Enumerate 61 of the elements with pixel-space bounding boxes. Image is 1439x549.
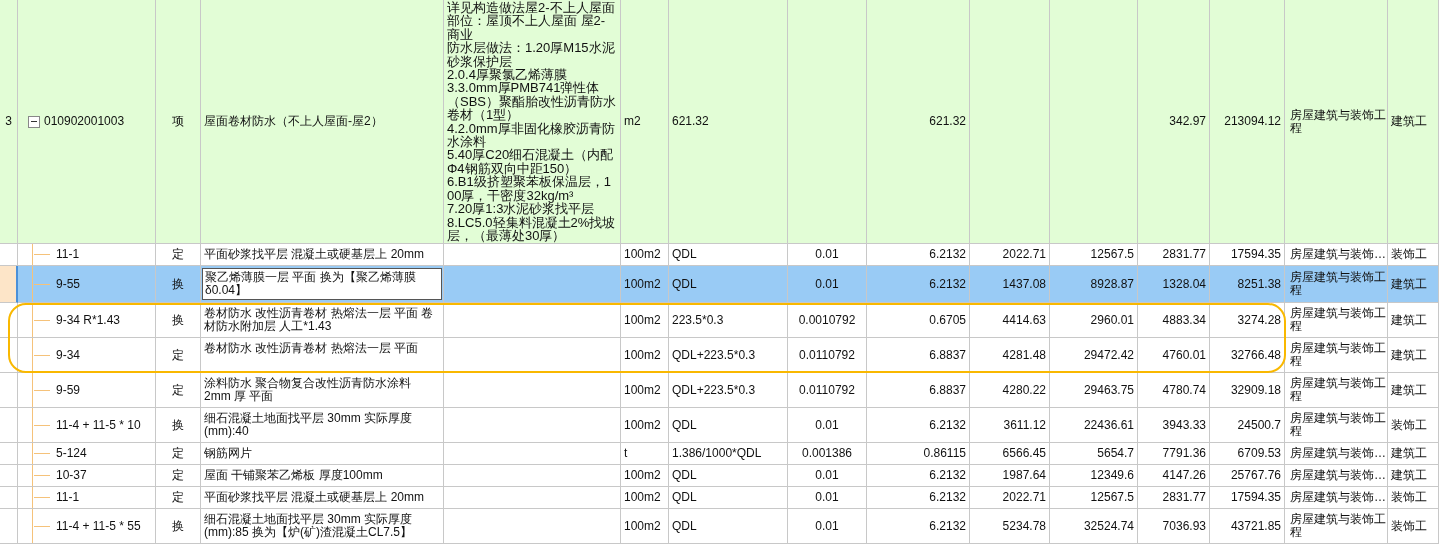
code-cell-text: 11-4 + 11-5 * 10 bbox=[56, 416, 142, 434]
type-cell: 换 bbox=[156, 266, 201, 304]
name-cell-text: 细石混凝土地面找平层 30mm 实际厚度(mm):40 bbox=[203, 410, 413, 441]
expression-cell: QDL bbox=[669, 266, 788, 304]
name-cell-text: 涂料防水 聚合物复合改性沥青防水涂料 2mm 厚 平面 bbox=[203, 375, 413, 406]
table-cell: 1437.08 bbox=[970, 266, 1050, 304]
code-cell-text: 9-34 bbox=[56, 346, 82, 364]
type-cell: 换 bbox=[156, 509, 201, 545]
empty-cell bbox=[0, 509, 18, 545]
tree-line bbox=[34, 319, 50, 321]
name-cell-text: 钢筋网片 bbox=[203, 445, 253, 463]
name-cell-text: 卷材防水 改性沥青卷材 热熔法一层 平面 bbox=[203, 340, 419, 358]
table-row[interactable]: 10-37 定 屋面 干铺聚苯乙烯板 厚度100mm 100m2 QDL 0.01 6.2132 1987.64 12349.6 4147.26 25767.76 房屋建筑与装饰… 建筑工 bbox=[0, 465, 1439, 488]
tree-line bbox=[34, 525, 50, 527]
unit-cell: 100m2 bbox=[621, 266, 669, 304]
name-cell-text: 平面砂浆找平层 混凝土或硬基层上 20mm bbox=[203, 489, 425, 507]
code-cell-text: 9-59 bbox=[56, 381, 82, 399]
code-cell-text: 5-124 bbox=[56, 445, 88, 463]
table-row[interactable]: 5-124 定 钢筋网片 t 1.386/1000*QDL 0.001386 0.86115 6566.45 5654.7 7791.36 6709.53 房屋建筑与装饰… 建筑工 bbox=[0, 443, 1439, 466]
code-cell-text: 10-37 bbox=[56, 467, 88, 485]
code-cell-text: 9-55 bbox=[56, 275, 82, 293]
table-cell: 1328.04 bbox=[1138, 266, 1210, 304]
code-cell-text: 11-1 bbox=[56, 489, 81, 507]
category-cell: 装饰工 bbox=[1388, 509, 1439, 545]
table-row[interactable]: 11-1 定 平面砂浆找平层 混凝土或硬基层上 20mm 100m2 QDL 0.01 6.2132 2022.71 12567.5 2831.77 17594.35 房屋建筑与装饰… 装饰工 bbox=[0, 487, 1439, 510]
tree-line bbox=[34, 354, 50, 356]
quantity-cell: 6.2132 bbox=[867, 266, 970, 304]
content-cell: 0.01 bbox=[788, 509, 867, 545]
table-cell: 5234.78 bbox=[970, 509, 1050, 545]
row-number: 3 bbox=[0, 0, 18, 245]
table-row[interactable] bbox=[0, 0, 1439, 245]
table-cell: 8928.87 bbox=[1050, 266, 1138, 304]
tree-line bbox=[34, 254, 50, 256]
tree-line bbox=[34, 283, 50, 285]
empty-cell bbox=[0, 266, 18, 304]
name-cell: 聚乙烯薄膜一层 平面 换为【聚乙烯薄膜δ0.04】 bbox=[202, 268, 442, 301]
quantity-cell: 6.2132 bbox=[867, 509, 970, 545]
tree-line bbox=[34, 389, 50, 391]
expression-cell: QDL bbox=[669, 509, 788, 545]
tree-line bbox=[34, 453, 50, 455]
code-cell: 010902001003 bbox=[44, 115, 125, 129]
table-cell: 8251.38 bbox=[1210, 266, 1285, 304]
table-cell: 43721.85 bbox=[1210, 509, 1285, 545]
code-cell-text: 11-1 bbox=[56, 246, 81, 264]
name-cell-text: 细石混凝土地面找平层 30mm 实际厚度(mm):85 换为【炉(矿)渣混凝土CL7.5】 bbox=[203, 511, 413, 542]
name-cell-text: 屋面卷材防水（不上人屋面-屋2） bbox=[203, 113, 384, 131]
name-cell-text: 平面砂浆找平层 混凝土或硬基层上 20mm bbox=[203, 246, 425, 264]
name-cell-text: 屋面 干铺聚苯乙烯板 厚度100mm bbox=[203, 467, 384, 485]
table-cell: 7036.93 bbox=[1138, 509, 1210, 545]
content-cell: 0.01 bbox=[788, 266, 867, 304]
tree-line bbox=[34, 475, 50, 477]
tree-line bbox=[34, 497, 50, 499]
code-cell-text: 11-4 + 11-5 * 55 bbox=[56, 517, 142, 535]
table-cell: 32524.74 bbox=[1050, 509, 1138, 545]
tree-line bbox=[34, 424, 50, 426]
name-cell-text: 卷材防水 改性沥青卷材 热熔法一层 平面 卷材防水附加层 人工*1.43 bbox=[203, 305, 435, 336]
table-row[interactable]: 11-1 定 平面砂浆找平层 混凝土或硬基层上 20mm 100m2 QDL 0.01 6.2132 2022.71 12567.5 2831.77 17594.35 房屋建筑与装饰… 装饰工 bbox=[0, 244, 1439, 267]
code-cell-text: 9-34 R*1.43 bbox=[56, 311, 122, 329]
unit-cell: 100m2 bbox=[621, 509, 669, 545]
minus-box-icon[interactable] bbox=[28, 115, 40, 128]
specialty-cell: 房屋建筑与装饰工程 bbox=[1285, 509, 1388, 545]
